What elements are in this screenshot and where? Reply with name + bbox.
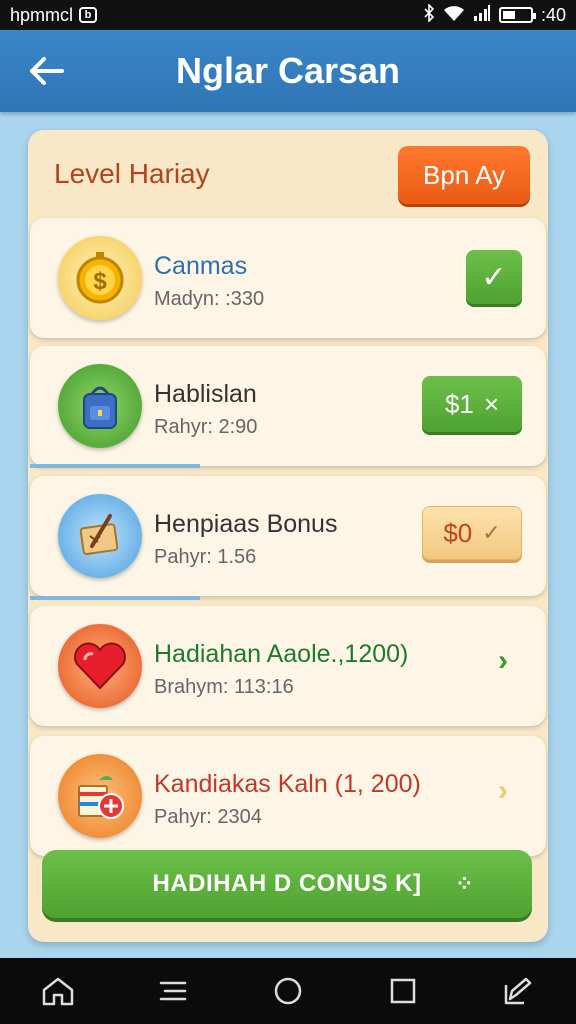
circle-home-icon xyxy=(274,977,302,1005)
reward-item[interactable]: $ Canmas Madyn: :330 ✓ xyxy=(30,218,546,338)
heart-icon xyxy=(58,624,142,708)
price-button[interactable]: $1 × xyxy=(422,376,522,432)
claimed-check-button[interactable]: ✓ xyxy=(466,250,522,304)
gift-box-icon xyxy=(58,754,142,838)
signal-icon xyxy=(473,4,491,27)
price-button[interactable]: $0 ✓ xyxy=(422,506,522,560)
claim-bonus-button[interactable]: HADIHAH D CONUS K] ⁘ xyxy=(42,850,532,918)
reward-item-title: Hablislan xyxy=(154,380,257,408)
app-notification-icon: b xyxy=(79,7,98,23)
reward-item-subtitle: Rahyr: 2:90 xyxy=(154,416,258,438)
status-time: :40 xyxy=(540,4,566,25)
panel-header: Level Hariay Bpn Ay xyxy=(28,130,548,220)
claim-bonus-label: HADIHAH D CONUS K] xyxy=(152,870,422,897)
back-button[interactable] xyxy=(16,41,76,101)
reward-item-title: Hadiahan Aaole.,1200) xyxy=(154,640,409,668)
check-icon: ✓ xyxy=(481,260,507,294)
progress-indicator xyxy=(30,464,200,468)
coin-clock-icon: $ xyxy=(58,236,142,320)
header-action-button[interactable]: Bpn Ay xyxy=(398,146,530,204)
reward-item[interactable]: Hablislan Rahyr: 2:90 $1 × xyxy=(30,346,546,466)
chevron-right-icon[interactable]: › xyxy=(498,774,508,808)
menu-icon xyxy=(159,981,187,1001)
status-left-text: hpmmcl xyxy=(10,4,74,25)
recents-icon xyxy=(390,978,416,1004)
close-icon: × xyxy=(483,388,500,419)
wifi-icon xyxy=(443,4,465,27)
reward-item-title: Henpiaas Bonus xyxy=(154,510,338,538)
backpack-icon xyxy=(58,364,142,448)
panel-title: Level Hariay xyxy=(54,158,210,189)
status-bar: hpmmcl b :40 xyxy=(0,0,576,30)
circle-home-button[interactable] xyxy=(258,966,318,1016)
scroll-icon xyxy=(58,494,142,578)
reward-item-title: Canmas xyxy=(154,252,248,280)
reward-item-subtitle: Madyn: :330 xyxy=(154,288,265,310)
reward-item-subtitle: Pahyr: 1.56 xyxy=(154,546,257,568)
page-title: Nglar Carsan xyxy=(175,50,401,91)
system-nav-bar xyxy=(0,958,576,1024)
reward-item[interactable]: Hadiahan Aaole.,1200) Brahym: 113:16 › xyxy=(30,606,546,726)
edit-icon xyxy=(505,977,532,1005)
battery-icon xyxy=(498,7,536,23)
check-icon: ✓ xyxy=(482,520,501,545)
dots-icon: ⁘ xyxy=(455,871,474,896)
home-icon xyxy=(42,977,73,1006)
reward-item-subtitle: Pahyr: 2304 xyxy=(154,806,262,828)
recents-button[interactable] xyxy=(373,966,433,1016)
reward-item[interactable]: Henpiaas Bonus Pahyr: 1.56 $0 ✓ xyxy=(30,476,546,596)
progress-indicator xyxy=(30,596,200,600)
edit-button[interactable] xyxy=(488,966,548,1016)
price-label: $1 xyxy=(444,388,474,419)
arrow-left-icon xyxy=(30,57,64,85)
reward-item[interactable]: Kandiakas Kaln (1, 200) Pahyr: 2304 › xyxy=(30,736,546,856)
app-bar: Nglar Carsan xyxy=(0,30,576,112)
rewards-panel: Level Hariay Bpn Ay $ Canmas Madyn: :330… xyxy=(28,130,548,942)
chevron-right-icon[interactable]: › xyxy=(498,644,508,678)
bluetooth-icon xyxy=(423,2,435,27)
reward-item-subtitle: Brahym: 113:16 xyxy=(154,676,294,698)
reward-item-title: Kandiakas Kaln (1, 200) xyxy=(154,770,421,798)
price-label: $0 xyxy=(443,517,473,548)
home-button[interactable] xyxy=(28,966,88,1016)
svg-text:$: $ xyxy=(93,268,107,295)
menu-button[interactable] xyxy=(143,966,203,1016)
